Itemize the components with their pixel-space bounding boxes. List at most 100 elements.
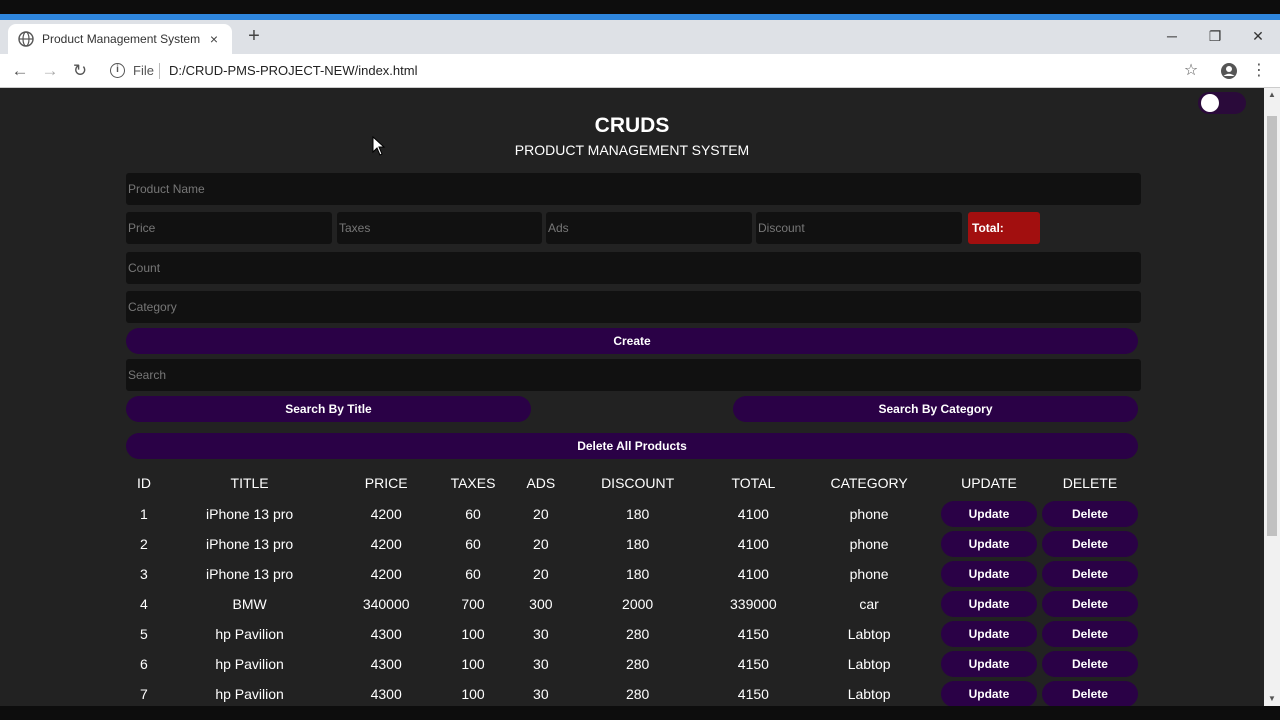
table-cell: 4150 (737, 626, 769, 642)
delete-button[interactable]: Delete (1041, 531, 1138, 557)
table-cell: 60 (465, 506, 481, 522)
table-cell: 20 (533, 536, 549, 552)
table-cell: phone (849, 536, 889, 552)
scroll-down-icon[interactable]: ▼ (1264, 692, 1280, 706)
scroll-up-icon[interactable]: ▲ (1264, 88, 1280, 102)
table-cell: 4100 (737, 506, 769, 522)
delete-cell: Delete (1041, 619, 1138, 649)
close-tab-icon[interactable]: × (206, 31, 222, 47)
toggle-knob (1201, 94, 1219, 112)
products-table: ID TITLE PRICE TAXES ADS DISCOUNT TOTAL CATEGOR… (126, 467, 1138, 706)
page-content: CRUDS PRODUCT MANAGEMENT SYSTEM Total: C… (0, 88, 1264, 706)
table-cell: hp Pavilion (215, 656, 284, 672)
update-button[interactable]: Update (940, 561, 1037, 587)
table-cell: 1 (140, 506, 148, 522)
update-button[interactable]: Update (940, 591, 1037, 617)
delete-cell: Delete (1041, 589, 1138, 619)
info-icon[interactable]: i (110, 63, 125, 78)
total-display: Total: (968, 212, 1040, 244)
table-cell: 280 (625, 626, 650, 642)
table-cell: 30 (533, 686, 549, 702)
table-cell: iPhone 13 pro (206, 536, 294, 552)
table-cell: 4200 (370, 506, 402, 522)
table-cell: 4100 (737, 566, 769, 582)
update-button[interactable]: Update (940, 651, 1037, 677)
create-button[interactable]: Create (126, 328, 1138, 354)
window-close-icon[interactable]: ✕ (1248, 26, 1268, 46)
table-cell: 4300 (370, 686, 402, 702)
update-button[interactable]: Update (940, 531, 1037, 557)
table-row: 2 iPhone 13 pro 4200 60 20 180 4100 phone Update… (126, 529, 1138, 559)
delete-button[interactable]: Delete (1041, 651, 1138, 677)
table-cell: 60 (465, 536, 481, 552)
delete-button[interactable]: Delete (1041, 681, 1138, 706)
update-button[interactable]: Update (940, 621, 1037, 647)
update-button[interactable]: Update (940, 501, 1037, 527)
table-cell: hp Pavilion (215, 626, 284, 642)
table-cell: 2 (140, 536, 148, 552)
table-cell: 180 (625, 506, 650, 522)
table-cell: 339000 (730, 596, 777, 612)
minimize-icon[interactable]: ─ (1162, 26, 1182, 46)
delete-button[interactable]: Delete (1041, 561, 1138, 587)
globe-icon (18, 31, 34, 47)
url-text[interactable]: D:/CRUD-PMS-PROJECT-NEW/index.html (169, 63, 417, 78)
table-body: 1 iPhone 13 pro 4200 60 20 180 4100 phone Update… (126, 499, 1138, 706)
delete-all-button[interactable]: Delete All Products (126, 433, 1138, 459)
table-cell: 4150 (737, 686, 769, 702)
forward-icon[interactable]: → (39, 60, 61, 82)
delete-button[interactable]: Delete (1041, 621, 1138, 647)
search-by-title-button[interactable]: Search By Title (126, 396, 531, 422)
column-header: ID (136, 475, 151, 491)
table-row: 1 iPhone 13 pro 4200 60 20 180 4100 phone Update… (126, 499, 1138, 529)
new-tab-button[interactable]: + (244, 26, 264, 46)
table-cell: 100 (461, 686, 485, 702)
table-cell: 180 (625, 536, 650, 552)
table-cell: iPhone 13 pro (206, 566, 294, 582)
ads-input[interactable] (546, 212, 752, 244)
delete-button[interactable]: Delete (1041, 501, 1138, 527)
update-button[interactable]: Update (940, 681, 1037, 706)
table-cell: 6 (140, 656, 148, 672)
count-input[interactable] (126, 252, 1141, 284)
delete-cell: Delete (1041, 499, 1138, 529)
delete-cell: Delete (1041, 679, 1138, 706)
table-row: 3 iPhone 13 pro 4200 60 20 180 4100 phone Update… (126, 559, 1138, 589)
reload-icon[interactable]: ↻ (69, 60, 91, 82)
table-header-row: ID TITLE PRICE TAXES ADS DISCOUNT TOTAL CATEGOR… (126, 467, 1138, 499)
table-cell: Labtop (847, 626, 891, 642)
star-icon[interactable]: ☆ (1180, 60, 1202, 82)
table-cell: Labtop (847, 656, 891, 672)
taxes-input[interactable] (337, 212, 542, 244)
window-top-edge (0, 0, 1280, 14)
table-row: 7 hp Pavilion 4300 100 30 280 4150 Labtop Update… (126, 679, 1138, 706)
table-cell: BMW (232, 596, 267, 612)
discount-input[interactable] (756, 212, 962, 244)
scrollbar-thumb[interactable] (1267, 116, 1277, 536)
table-cell: 300 (529, 596, 553, 612)
table-cell: 4 (140, 596, 148, 612)
restore-icon[interactable]: ❐ (1205, 26, 1225, 46)
search-by-category-button[interactable]: Search By Category (733, 396, 1138, 422)
account-icon[interactable] (1218, 60, 1240, 82)
table-cell: phone (849, 566, 889, 582)
table-cell: iPhone 13 pro (206, 506, 294, 522)
browser-tab[interactable]: Product Management System × (8, 24, 232, 54)
table-cell: hp Pavilion (215, 686, 284, 702)
theme-toggle[interactable] (1198, 92, 1246, 114)
table-cell: 4200 (370, 566, 402, 582)
category-input[interactable] (126, 291, 1141, 323)
back-icon[interactable]: ← (9, 60, 31, 82)
table-row: 6 hp Pavilion 4300 100 30 280 4150 Labtop Update… (126, 649, 1138, 679)
search-input[interactable] (126, 359, 1141, 391)
price-input[interactable] (126, 212, 332, 244)
column-header: ADS (526, 475, 556, 491)
product-name-input[interactable] (126, 173, 1141, 205)
table-cell: 4100 (737, 536, 769, 552)
vertical-scrollbar[interactable]: ▲ ▼ (1264, 88, 1280, 706)
delete-cell: Delete (1041, 649, 1138, 679)
table-cell: Labtop (847, 686, 891, 702)
menu-dots-icon[interactable]: ⋮ (1248, 60, 1270, 82)
delete-button[interactable]: Delete (1041, 591, 1138, 617)
page-subtitle: PRODUCT MANAGEMENT SYSTEM (514, 142, 750, 158)
